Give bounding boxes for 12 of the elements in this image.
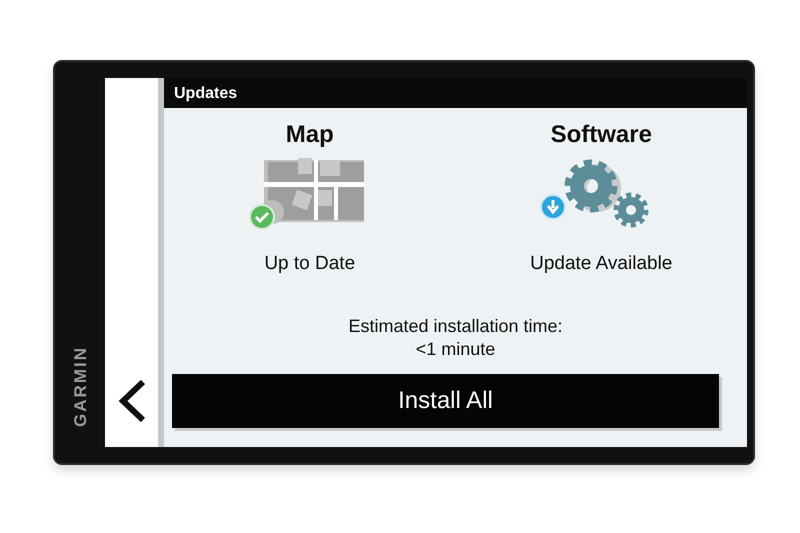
screen-title: Updates <box>164 78 747 108</box>
estimate-text: Estimated installation time: <box>347 314 564 338</box>
section-title: Software <box>550 122 652 148</box>
download-badge-icon <box>540 194 566 220</box>
install-all-button[interactable]: Install All <box>172 374 719 428</box>
section-title: Map <box>286 122 334 148</box>
status-text: Update Available <box>530 252 672 276</box>
brand-logo: GARMIN <box>72 346 88 427</box>
checkmark-badge-icon <box>248 204 275 230</box>
status-text: Up to Date <box>264 252 356 276</box>
back-icon[interactable] <box>116 379 146 423</box>
estimate-text: <1 minute <box>414 338 496 362</box>
